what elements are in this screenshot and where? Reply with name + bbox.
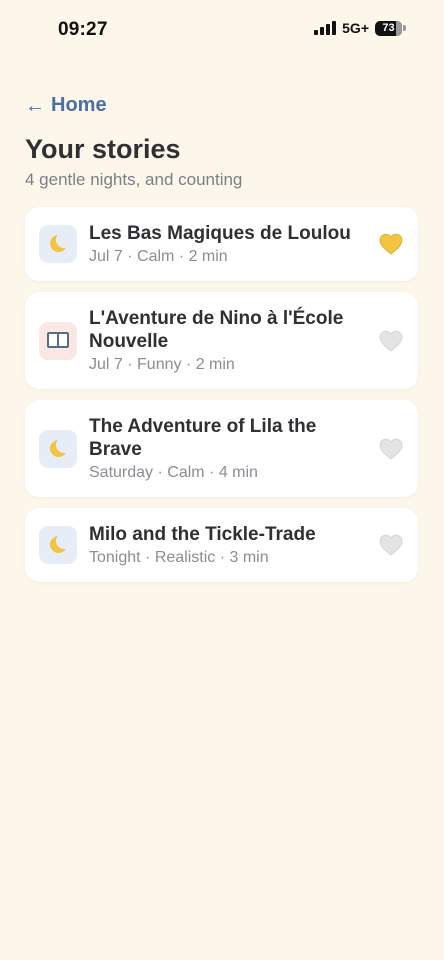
status-indicators: 5G+ 73: [314, 20, 406, 36]
network-type: 5G+: [342, 20, 369, 36]
status-time: 09:27: [58, 19, 108, 40]
back-home-label: Home: [51, 94, 107, 116]
battery-icon: 73: [375, 20, 406, 36]
heart-icon[interactable]: [378, 437, 404, 461]
story-card[interactable]: Milo and the Tickle-Trade Tonight · Real…: [25, 508, 418, 582]
story-title: L'Aventure de Nino à l'École Nouvelle: [89, 307, 344, 352]
moon-icon: [39, 526, 77, 564]
status-bar: 09:27 5G+ 73: [0, 0, 444, 60]
moon-icon: [39, 225, 77, 263]
heart-icon[interactable]: [378, 329, 404, 353]
story-card[interactable]: Les Bas Magiques de Loulou Jul 7 · Calm …: [25, 207, 418, 281]
story-list: Les Bas Magiques de Loulou Jul 7 · Calm …: [25, 207, 418, 582]
story-meta: Jul 7 · Funny · 2 min: [89, 355, 235, 373]
story-title: The Adventure of Lila the Brave: [89, 415, 317, 460]
story-card[interactable]: The Adventure of Lila the Brave Saturday…: [25, 400, 418, 497]
page-subtitle: 4 gentle nights, and counting: [25, 170, 243, 189]
story-title: Milo and the Tickle-Trade: [89, 523, 316, 545]
back-arrow-icon: ←: [25, 94, 45, 117]
story-meta: Jul 7 · Calm · 2 min: [89, 247, 228, 265]
story-meta: Saturday · Calm · 4 min: [89, 463, 258, 481]
book-icon: [39, 321, 77, 360]
heart-icon[interactable]: [378, 533, 404, 557]
signal-icon: [314, 21, 337, 35]
heart-icon-favorited[interactable]: [378, 232, 404, 256]
story-title: Les Bas Magiques de Loulou: [89, 222, 351, 244]
story-meta: Tonight · Realistic · 3 min: [89, 548, 269, 566]
page-title: Your stories: [25, 134, 181, 164]
moon-icon: [39, 429, 77, 468]
battery-level: 73: [382, 22, 395, 34]
story-card[interactable]: L'Aventure de Nino à l'École Nouvelle Ju…: [25, 292, 418, 389]
back-home-link[interactable]: ← Home: [25, 94, 107, 117]
